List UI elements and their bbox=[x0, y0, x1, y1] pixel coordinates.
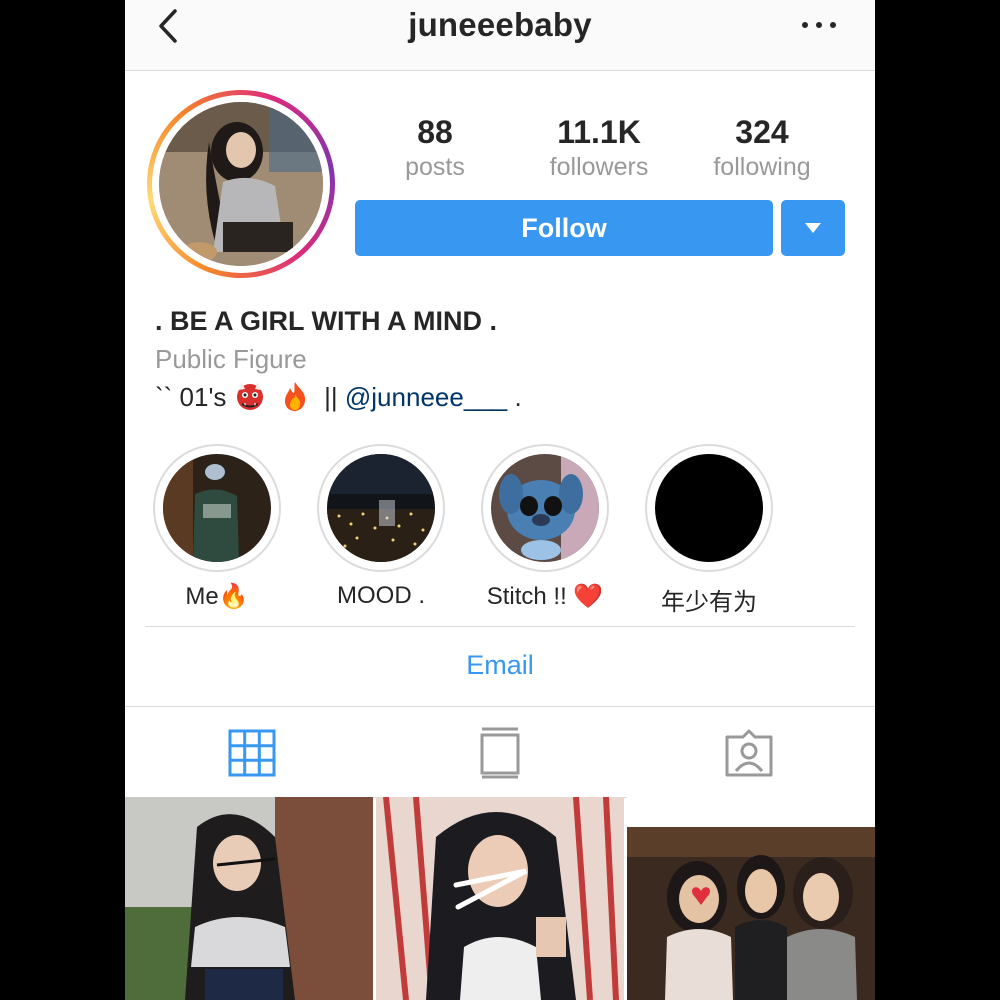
highlight-stitch[interactable]: Stitch !! ❤️ bbox=[481, 444, 609, 611]
stat-posts[interactable]: 88 posts bbox=[355, 112, 515, 182]
tagged-icon[interactable] bbox=[723, 727, 775, 779]
bio-text: `` 01's || @junneee___ . bbox=[155, 380, 522, 413]
more-options-icon[interactable] bbox=[799, 14, 839, 34]
avatar-photo bbox=[159, 102, 323, 266]
suggested-dropdown-button[interactable] bbox=[781, 200, 845, 256]
highlight-me-label: Me🔥 bbox=[185, 583, 249, 610]
highlight-nianshao-label: 年少有为 bbox=[661, 589, 757, 616]
profile-avatar[interactable] bbox=[147, 90, 335, 278]
highlight-nianshao-cover bbox=[655, 454, 763, 562]
stat-followers[interactable]: 11.1K followers bbox=[519, 112, 679, 182]
caret-down-icon bbox=[805, 223, 821, 233]
bio-name: . BE A GIRL WITH A MIND . bbox=[155, 306, 497, 336]
follow-button[interactable]: Follow bbox=[355, 200, 773, 256]
profile-username-title: juneeebaby bbox=[408, 6, 592, 43]
fire-emoji-icon bbox=[284, 382, 306, 411]
highlight-stitch-label: Stitch !! ❤️ bbox=[486, 583, 604, 610]
posts-label: posts bbox=[405, 153, 465, 181]
profile-tab-bar bbox=[125, 706, 875, 798]
bio-suffix: . bbox=[514, 382, 522, 412]
highlight-me-cover bbox=[163, 454, 271, 562]
bio-prefix: `` 01's bbox=[155, 382, 227, 412]
grid-icon[interactable] bbox=[226, 727, 278, 779]
post-thumbnail[interactable] bbox=[376, 797, 624, 1000]
highlight-me[interactable]: Me🔥 bbox=[153, 444, 281, 611]
highlight-mood[interactable]: MOOD . bbox=[317, 444, 445, 610]
post-thumbnail[interactable] bbox=[627, 797, 875, 1000]
ogre-emoji-icon bbox=[236, 382, 263, 410]
highlight-nianshao[interactable]: 年少有为 bbox=[645, 444, 773, 617]
post-thumbnail[interactable] bbox=[125, 797, 373, 1000]
bio-separator: || bbox=[324, 382, 338, 412]
profile-screen: juneeebaby 88 posts 11.1K followers 324 … bbox=[125, 0, 875, 1000]
stat-following[interactable]: 324 following bbox=[682, 112, 842, 182]
post-grid bbox=[125, 797, 875, 1000]
bio-category: Public Figure bbox=[155, 344, 307, 374]
top-bar: juneeebaby bbox=[125, 0, 875, 71]
posts-count: 88 bbox=[417, 114, 453, 150]
bio-mention-link[interactable]: @junneee___ bbox=[345, 382, 507, 412]
feed-icon[interactable] bbox=[474, 727, 526, 779]
highlight-mood-cover bbox=[327, 454, 435, 562]
followers-count: 11.1K bbox=[557, 114, 641, 150]
email-button[interactable]: Email bbox=[125, 650, 875, 681]
divider bbox=[145, 626, 855, 627]
highlight-mood-label: MOOD . bbox=[337, 582, 425, 609]
following-count: 324 bbox=[735, 114, 789, 150]
highlight-stitch-cover bbox=[491, 454, 599, 562]
following-label: following bbox=[713, 153, 811, 181]
followers-label: followers bbox=[549, 153, 649, 181]
